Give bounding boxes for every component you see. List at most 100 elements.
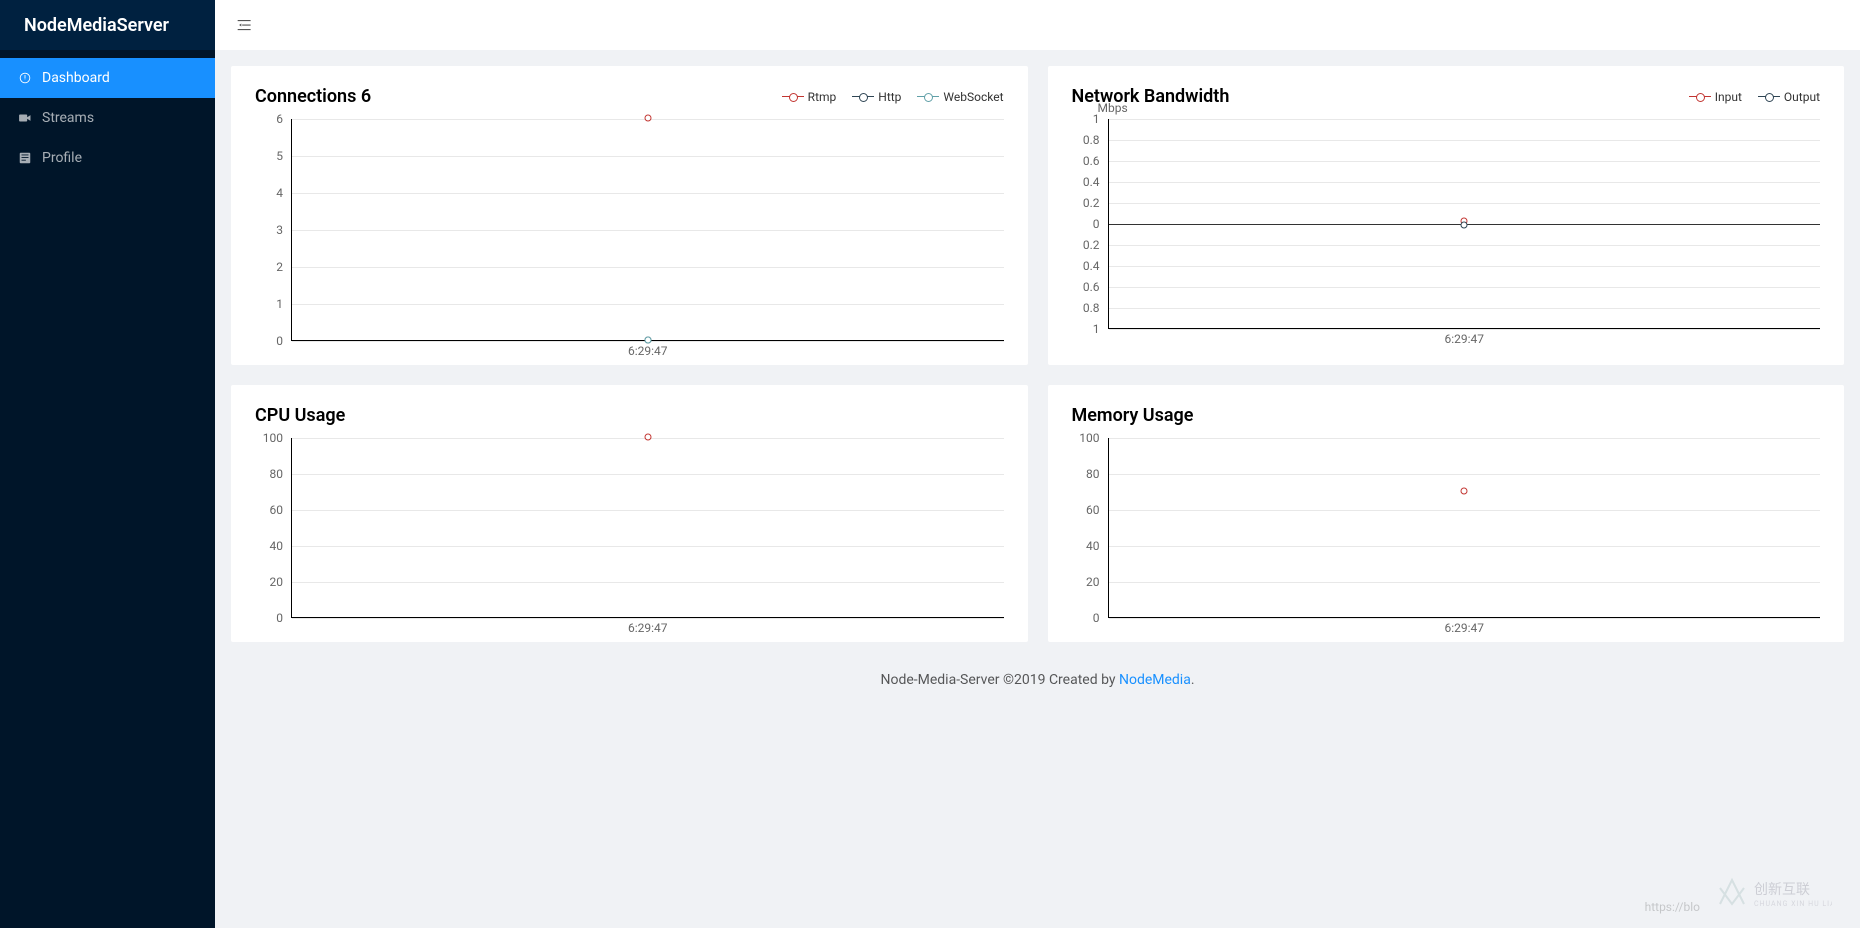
y-tick-label: 20 [1086, 575, 1100, 589]
y-tick-label: 60 [1086, 503, 1100, 517]
data-point[interactable] [644, 434, 651, 441]
legend-marker-icon [852, 92, 874, 102]
grid-line [292, 582, 1004, 583]
grid-line [1109, 474, 1821, 475]
x-tick-label: 6:29:47 [628, 621, 668, 635]
y-tick-label: 0.4 [1083, 175, 1100, 189]
y-tick-label: 1 [1093, 112, 1100, 126]
chart-legend: Rtmp Http WebSocket [782, 90, 1004, 104]
chart-card-connections: Connections 6RtmpHttpWebSocket01234566:2… [231, 66, 1028, 365]
chart-area: Mbps10.80.60.40.200.20.40.60.816:29:47 [1108, 119, 1821, 329]
y-tick-label: 20 [270, 575, 284, 589]
dashboard-icon [18, 71, 32, 85]
y-tick-label: 0.4 [1083, 259, 1100, 273]
grid-line [1109, 438, 1821, 439]
grid-line [292, 230, 1004, 231]
footer-link[interactable]: NodeMedia [1119, 672, 1191, 688]
y-axis-ticks: 020406080100 [255, 438, 287, 600]
grid-line [292, 474, 1004, 475]
chart-card-memory: Memory Usage0204060801006:29:47 [1048, 385, 1845, 642]
y-tick-label: 3 [276, 223, 283, 237]
grid-line [1109, 618, 1821, 619]
plot-region: 6:29:47 [291, 438, 1004, 618]
y-axis-ticks: 0123456 [255, 119, 287, 323]
legend-marker-icon [782, 92, 804, 102]
chart-legend: Input Output [1689, 90, 1820, 104]
data-point[interactable] [1461, 488, 1468, 495]
y-tick-label: 5 [276, 149, 283, 163]
legend-label: Rtmp [808, 90, 837, 104]
footer-text: Node-Media-Server ©2019 Created by [880, 672, 1119, 688]
sidebar-item-streams[interactable]: Streams [0, 98, 215, 138]
y-tick-label: 100 [1079, 431, 1099, 445]
plot-region: 6:29:47 [1108, 438, 1821, 618]
legend-item[interactable]: Input [1689, 90, 1742, 104]
grid-line [292, 304, 1004, 305]
chart-title: Connections 6 [255, 86, 371, 107]
y-tick-label: 0 [276, 611, 283, 625]
sidebar: NodeMediaServer Dashboard Streams Profil… [0, 0, 215, 928]
legend-item[interactable]: Rtmp [782, 90, 837, 104]
y-tick-label: 0.6 [1083, 154, 1100, 168]
grid-line [1109, 287, 1821, 288]
data-point[interactable] [1461, 222, 1468, 229]
dashboard-grid: Connections 6RtmpHttpWebSocket01234566:2… [231, 66, 1844, 642]
data-point[interactable] [644, 115, 651, 122]
sidebar-item-label: Streams [42, 110, 94, 126]
menu-fold-icon[interactable] [235, 16, 253, 34]
x-tick-label: 6:29:47 [1444, 621, 1484, 635]
legend-item[interactable]: Http [852, 90, 901, 104]
grid-line [1109, 245, 1821, 246]
y-tick-label: 0.6 [1083, 280, 1100, 294]
sidebar-item-label: Dashboard [42, 70, 110, 86]
sidebar-item-label: Profile [42, 150, 82, 166]
y-tick-label: 4 [276, 186, 283, 200]
plot-region: 6:29:47 [1108, 119, 1821, 329]
chart-card-cpu: CPU Usage0204060801006:29:47 [231, 385, 1028, 642]
grid-line [1109, 182, 1821, 183]
legend-label: Http [878, 90, 901, 104]
x-tick-label: 6:29:47 [1444, 332, 1484, 346]
content: Connections 6RtmpHttpWebSocket01234566:2… [215, 50, 1860, 928]
grid-line [1109, 119, 1821, 120]
sidebar-item-dashboard[interactable]: Dashboard [0, 58, 215, 98]
grid-line [1109, 546, 1821, 547]
legend-item[interactable]: WebSocket [917, 90, 1003, 104]
y-tick-label: 100 [263, 431, 283, 445]
y-tick-label: 80 [270, 467, 284, 481]
legend-marker-icon [1689, 92, 1711, 102]
legend-item[interactable]: Output [1758, 90, 1820, 104]
legend-marker-icon [917, 92, 939, 102]
y-tick-label: 1 [276, 297, 283, 311]
grid-line [1109, 329, 1821, 330]
y-tick-label: 80 [1086, 467, 1100, 481]
y-tick-label: 60 [270, 503, 284, 517]
y-tick-label: 0 [1093, 217, 1100, 231]
plot-region: 6:29:47 [291, 119, 1004, 341]
y-tick-label: 40 [270, 539, 284, 553]
grid-line [292, 618, 1004, 619]
legend-label: Output [1784, 90, 1820, 104]
grid-line [292, 193, 1004, 194]
grid-line [292, 546, 1004, 547]
app-title: NodeMediaServer [0, 0, 215, 50]
grid-line [1109, 203, 1821, 204]
grid-line [1109, 510, 1821, 511]
x-tick-label: 6:29:47 [628, 344, 668, 358]
grid-line [292, 156, 1004, 157]
y-tick-label: 0 [276, 334, 283, 348]
chart-unit-label: Mbps [1098, 101, 1128, 115]
sidebar-menu: Dashboard Streams Profile [0, 58, 215, 178]
y-tick-label: 2 [276, 260, 283, 274]
sidebar-item-profile[interactable]: Profile [0, 138, 215, 178]
chart-title: Network Bandwidth [1072, 86, 1230, 107]
legend-label: WebSocket [943, 90, 1003, 104]
footer: Node-Media-Server ©2019 Created by NodeM… [231, 672, 1844, 708]
y-tick-label: 0 [1093, 611, 1100, 625]
data-point[interactable] [644, 337, 651, 344]
grid-line [1109, 308, 1821, 309]
legend-marker-icon [1758, 92, 1780, 102]
grid-line [292, 267, 1004, 268]
legend-label: Input [1715, 90, 1742, 104]
y-tick-label: 0.2 [1083, 196, 1100, 210]
